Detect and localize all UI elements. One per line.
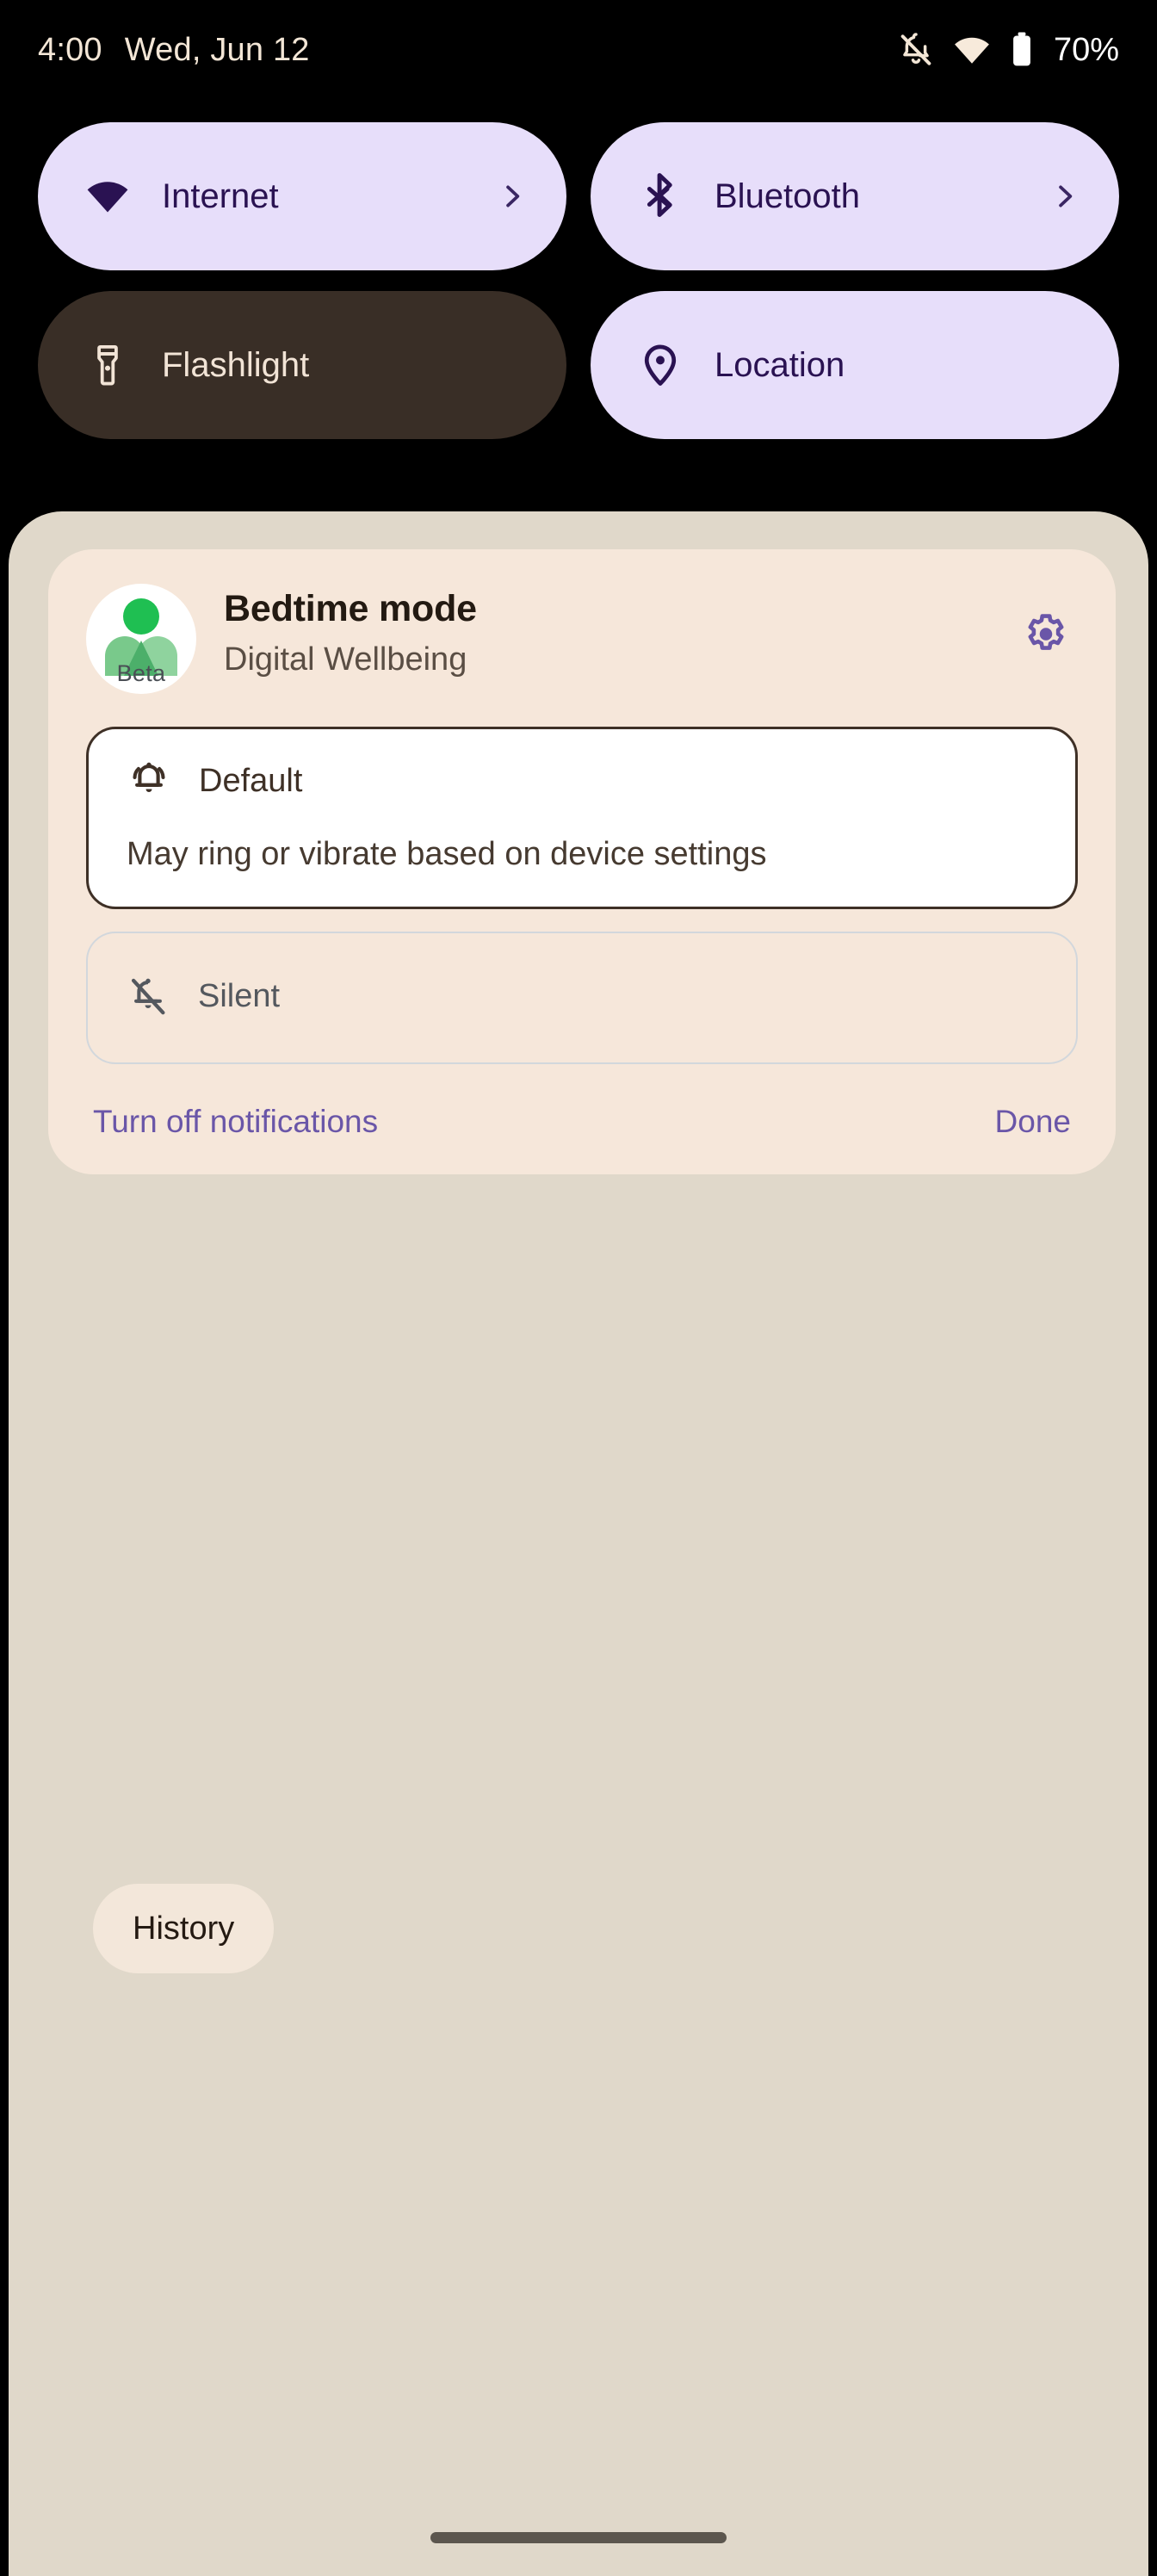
qs-tile-bluetooth-label: Bluetooth bbox=[715, 176, 861, 215]
status-time: 4:00 bbox=[38, 31, 102, 68]
notification-actions: Turn off notifications Done bbox=[86, 1104, 1078, 1145]
option-silent-label: Silent bbox=[198, 978, 281, 1014]
qs-tile-internet[interactable]: Internet bbox=[38, 122, 566, 270]
option-default-label: Default bbox=[199, 762, 303, 799]
notification-shade-panel: Beta Bedtime mode Digital Wellbeing Defa… bbox=[9, 511, 1148, 2576]
notification-title: Bedtime mode bbox=[224, 588, 477, 629]
qs-tile-bluetooth[interactable]: Bluetooth bbox=[591, 122, 1119, 270]
qs-tile-location-label: Location bbox=[715, 345, 845, 384]
bell-ringing-icon bbox=[127, 759, 171, 803]
status-date: Wed, Jun 12 bbox=[124, 31, 310, 68]
quick-settings-grid: Internet Bluetooth Flashlight Location bbox=[38, 122, 1119, 439]
qs-tile-location[interactable]: Location bbox=[591, 291, 1119, 439]
chevron-right-icon[interactable] bbox=[498, 182, 527, 211]
qs-tile-flashlight[interactable]: Flashlight bbox=[38, 291, 566, 439]
avatar-head-shape bbox=[123, 598, 159, 635]
status-bar: 4:00 Wed, Jun 12 70% bbox=[0, 0, 1157, 100]
digital-wellbeing-icon: Beta bbox=[86, 584, 196, 694]
option-default-header: Default bbox=[127, 759, 1037, 803]
gear-icon[interactable] bbox=[1019, 610, 1073, 663]
notification-card-bedtime-mode[interactable]: Beta Bedtime mode Digital Wellbeing Defa… bbox=[48, 549, 1116, 1174]
location-pin-icon bbox=[637, 342, 684, 388]
battery-icon bbox=[1009, 31, 1035, 69]
status-bar-left: 4:00 Wed, Jun 12 bbox=[38, 32, 310, 69]
turn-off-notifications-button[interactable]: Turn off notifications bbox=[93, 1104, 378, 1140]
notification-title-block: Bedtime mode Digital Wellbeing bbox=[224, 584, 1019, 679]
bluetooth-icon bbox=[637, 173, 684, 220]
chevron-right-icon[interactable] bbox=[1050, 182, 1080, 211]
qs-tile-flashlight-label: Flashlight bbox=[162, 345, 310, 384]
flashlight-icon bbox=[84, 342, 131, 388]
bell-off-icon bbox=[126, 975, 170, 1019]
battery-percent-label: 70% bbox=[1053, 31, 1119, 68]
option-silent-header: Silent bbox=[126, 975, 1038, 1019]
notification-importance-options: Default May ring or vibrate based on dev… bbox=[86, 727, 1078, 1064]
bell-muted-icon bbox=[897, 31, 935, 69]
home-gesture-bar[interactable] bbox=[430, 2532, 727, 2543]
history-button[interactable]: History bbox=[93, 1884, 275, 1973]
status-bar-right: 70% bbox=[897, 30, 1119, 70]
wifi-icon bbox=[952, 30, 992, 70]
avatar-beta-badge: Beta bbox=[116, 660, 166, 686]
notification-app-name: Digital Wellbeing bbox=[224, 641, 467, 678]
notification-header: Beta Bedtime mode Digital Wellbeing bbox=[86, 584, 1078, 694]
wifi-icon bbox=[84, 173, 131, 220]
option-default-description: May ring or vibrate based on device sett… bbox=[127, 836, 767, 872]
history-button-label: History bbox=[133, 1910, 235, 1947]
option-silent[interactable]: Silent bbox=[86, 931, 1078, 1064]
done-button[interactable]: Done bbox=[995, 1104, 1071, 1140]
qs-tile-internet-label: Internet bbox=[162, 176, 279, 215]
option-default[interactable]: Default May ring or vibrate based on dev… bbox=[86, 727, 1078, 909]
